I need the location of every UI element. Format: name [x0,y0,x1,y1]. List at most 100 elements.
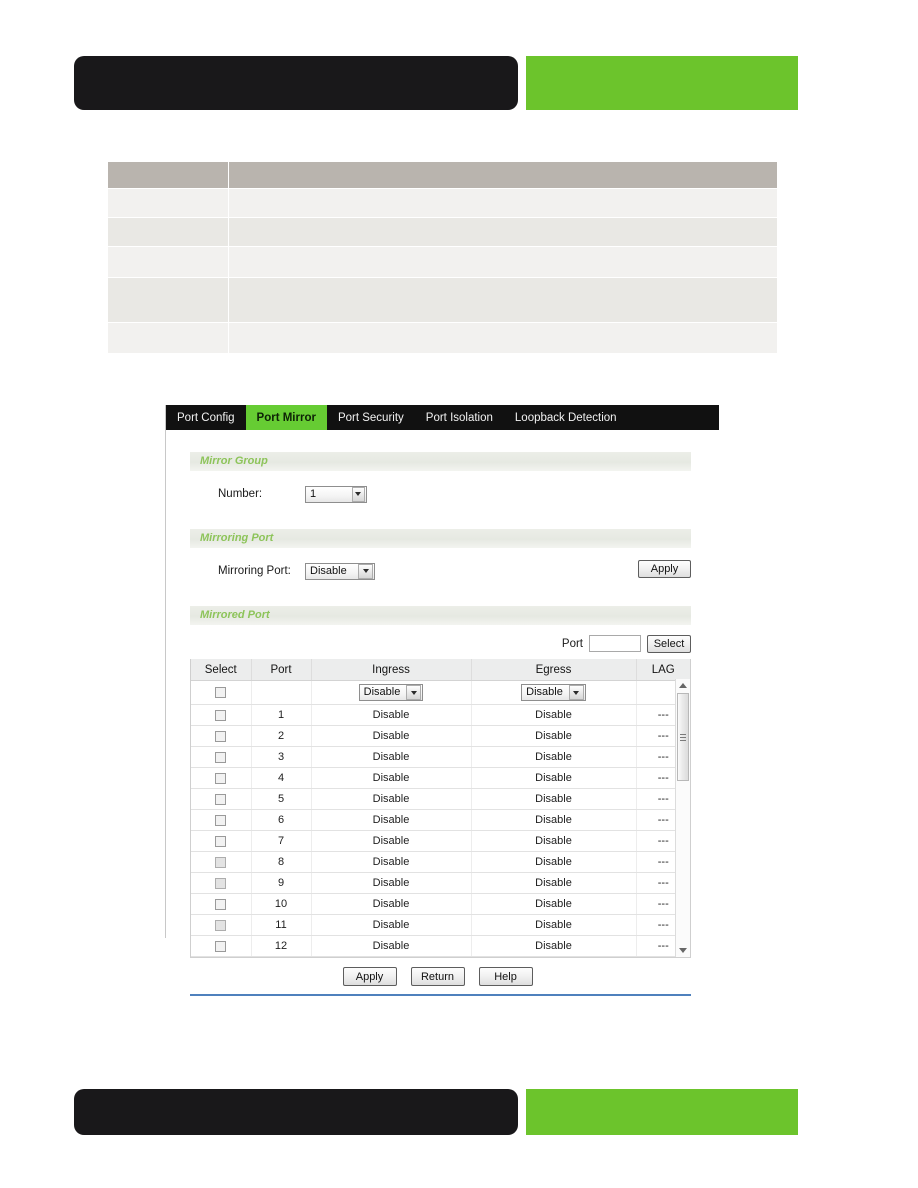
apply-button[interactable]: Apply [342,967,397,986]
row-egress: Disable [471,746,637,768]
table-row[interactable]: 2 Disable Disable --- [191,725,690,747]
port-search-input[interactable] [589,635,641,652]
row-checkbox[interactable] [215,730,227,742]
description-table [108,162,778,354]
row-checkbox[interactable] [215,835,227,847]
row-ingress: Disable [311,830,472,852]
row-ingress: Disable [311,746,472,768]
tab-port-mirror[interactable]: Port Mirror [245,405,327,430]
table-row[interactable]: 4 Disable Disable --- [191,767,690,789]
row-checkbox[interactable] [215,772,227,784]
row-value [228,277,778,323]
row-egress: Disable [471,872,637,894]
column-header-egress: Egress [471,659,637,681]
row-ingress: Disable [311,809,472,831]
row-port: 6 [251,809,312,831]
row-egress: Disable [471,851,637,873]
table-row [108,217,778,247]
bulk-port-cell [251,680,312,705]
row-key [108,246,229,278]
table-row[interactable]: 11 Disable Disable --- [191,914,690,936]
table-row [108,246,778,278]
row-select-cell [191,725,252,747]
row-port: 2 [251,725,312,747]
help-button[interactable]: Help [478,967,533,986]
row-checkbox[interactable] [215,709,227,721]
ports-table-body: Disable Disable 1 Disable Disable --- 2 … [191,680,690,957]
row-checkbox[interactable] [215,814,227,826]
row-checkbox[interactable] [215,919,227,931]
row-select-cell [191,788,252,810]
row-select-cell [191,809,252,831]
tab-port-isolation[interactable]: Port Isolation [415,405,504,430]
row-port: 5 [251,788,312,810]
row-key [108,322,229,354]
row-select-cell [191,914,252,936]
column-header-port: Port [251,659,312,681]
table-row[interactable]: 9 Disable Disable --- [191,872,690,894]
page-footer-bar-dark [74,1089,518,1135]
row-select-cell [191,893,252,915]
tab-port-security[interactable]: Port Security [327,405,415,430]
row-egress: Disable [471,767,637,789]
bulk-control-row: Disable Disable [191,680,690,705]
row-ingress: Disable [311,851,472,873]
row-port: 12 [251,935,312,957]
section-header-mirror-group: Mirror Group [190,452,691,471]
port-search-label: Port [561,637,583,650]
row-key [108,217,229,247]
row-checkbox[interactable] [215,856,227,868]
scroll-down-arrow-icon[interactable] [676,944,690,957]
bulk-ingress-select[interactable]: Disable [358,684,424,701]
table-row[interactable]: 3 Disable Disable --- [191,746,690,768]
row-port: 9 [251,872,312,894]
apply-mirroring-port-button[interactable]: Apply [638,560,691,578]
mirrored-ports-table: Select Port Ingress Egress LAG Disable D… [191,659,690,957]
tab-loopback-detection[interactable]: Loopback Detection [504,405,628,430]
row-ingress: Disable [311,725,472,747]
table-row[interactable]: 6 Disable Disable --- [191,809,690,831]
row-egress: Disable [471,788,637,810]
mirroring-port-select-value: Disable [310,564,347,577]
scroll-up-arrow-icon[interactable] [676,679,690,692]
row-checkbox[interactable] [215,877,227,889]
return-button[interactable]: Return [410,967,465,986]
row-checkbox[interactable] [215,751,227,763]
table-row[interactable]: 5 Disable Disable --- [191,788,690,810]
table-scrollbar[interactable] [675,679,690,957]
row-checkbox[interactable] [215,898,227,910]
row-ingress: Disable [311,767,472,789]
table-row [108,188,778,218]
number-select[interactable]: 1 [305,485,367,503]
table-row[interactable]: 7 Disable Disable --- [191,830,690,852]
row-checkbox[interactable] [215,793,227,805]
table-row[interactable]: 1 Disable Disable --- [191,704,690,726]
row-egress: Disable [471,704,637,726]
header-cell-value [228,162,778,189]
number-label: Number: [218,488,263,500]
mirroring-port-select[interactable]: Disable [305,562,375,580]
scrollbar-thumb[interactable] [677,693,689,781]
row-key [108,277,229,323]
row-ingress: Disable [311,935,472,957]
bulk-egress-select[interactable]: Disable [521,684,586,701]
row-port: 3 [251,746,312,768]
description-table-head [108,162,778,189]
row-value [228,246,778,278]
table-row[interactable]: 8 Disable Disable --- [191,851,690,873]
row-checkbox[interactable] [215,940,227,952]
row-egress: Disable [471,893,637,915]
row-ingress: Disable [311,872,472,894]
table-row[interactable]: 12 Disable Disable --- [191,935,690,957]
footer-button-row: Apply Return Help [166,967,719,986]
tab-port-config[interactable]: Port Config [166,405,246,430]
chevron-down-icon [406,685,422,700]
table-row [108,277,778,323]
table-row[interactable]: 10 Disable Disable --- [191,893,690,915]
row-value [228,217,778,247]
select-all-checkbox[interactable] [215,687,227,699]
row-ingress: Disable [311,893,472,915]
select-button[interactable]: Select [647,634,691,653]
ports-table-head: Select Port Ingress Egress LAG [191,659,690,681]
column-header-lag: LAG [636,659,690,681]
